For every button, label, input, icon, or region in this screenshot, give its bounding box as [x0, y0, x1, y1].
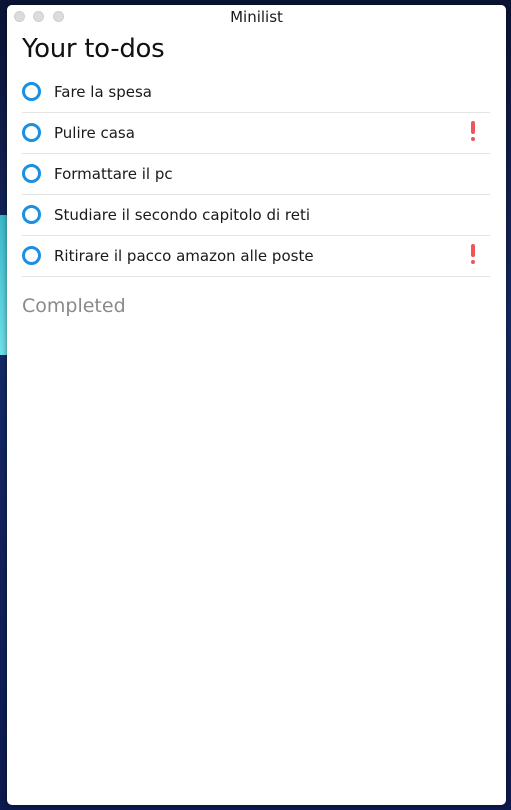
window-title: Minilist — [230, 8, 283, 26]
completed-section-heading: Completed — [22, 295, 126, 317]
circle-checkbox-icon[interactable] — [22, 82, 41, 101]
circle-checkbox-icon[interactable] — [22, 246, 41, 265]
todo-item[interactable]: Studiare il secondo capitolo di reti — [22, 195, 490, 236]
circle-checkbox-icon[interactable] — [22, 164, 41, 183]
circle-checkbox-icon[interactable] — [22, 205, 41, 224]
exclamation-icon — [470, 244, 476, 266]
app-window: Minilist Your to-dos Fare la spesa Pulir… — [7, 5, 506, 805]
todo-label: Pulire casa — [54, 124, 135, 142]
exclamation-icon — [470, 121, 476, 143]
todo-item[interactable]: Ritirare il pacco amazon alle poste — [22, 236, 490, 277]
todo-label: Formattare il pc — [54, 165, 173, 183]
todo-label: Studiare il secondo capitolo di reti — [54, 206, 311, 224]
todo-label: Ritirare il pacco amazon alle poste — [54, 247, 314, 265]
circle-checkbox-icon[interactable] — [22, 123, 41, 142]
todo-item[interactable]: Formattare il pc — [22, 154, 490, 195]
page-title: Your to-dos — [22, 34, 165, 64]
todo-list: Fare la spesa Pulire casa Formattare il … — [22, 72, 490, 277]
todo-item[interactable]: Fare la spesa — [22, 72, 490, 113]
todo-item[interactable]: Pulire casa — [22, 113, 490, 154]
todo-label: Fare la spesa — [54, 83, 152, 101]
titlebar[interactable]: Minilist — [7, 5, 506, 29]
